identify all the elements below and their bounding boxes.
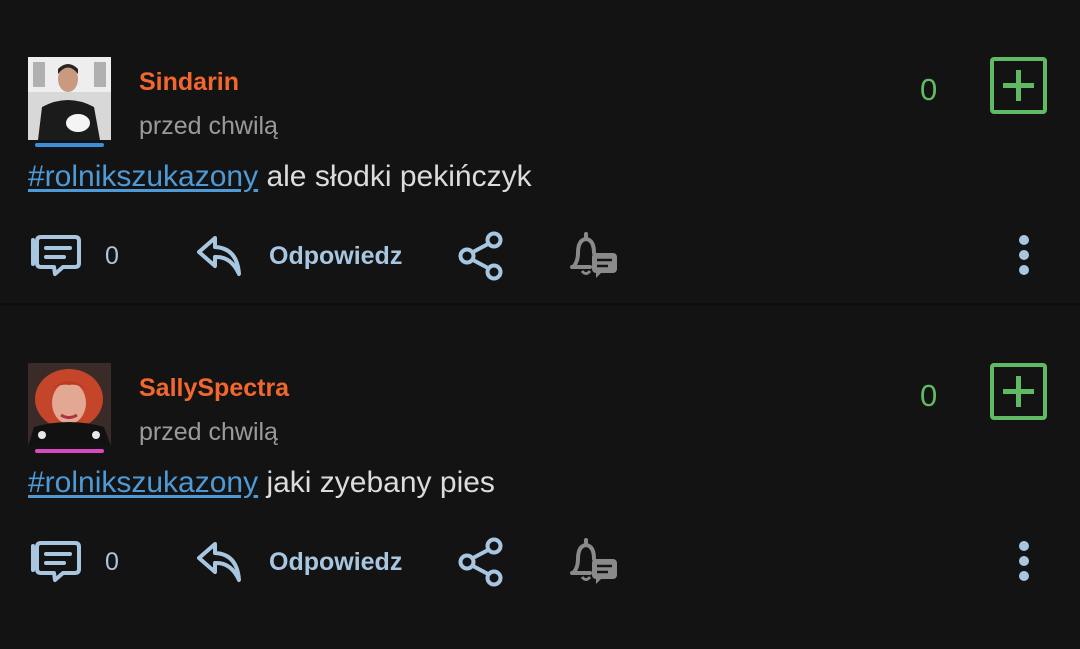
more-icon[interactable] xyxy=(1014,234,1034,278)
author-flair-underline xyxy=(35,449,104,453)
author-flair-underline xyxy=(35,143,104,147)
post: Sindarin przed chwilą 0 #rolnikszukazony… xyxy=(0,0,1080,306)
comments-icon[interactable] xyxy=(29,232,83,278)
post-content: #rolnikszukazony jaki zyebany pies xyxy=(28,466,495,500)
hashtag-link[interactable]: #rolnikszukazony xyxy=(28,466,258,499)
post-text: ale słodki pekińczyk xyxy=(258,160,532,193)
author-name[interactable]: Sindarin xyxy=(139,68,239,97)
reply-button[interactable]: Odpowiedz xyxy=(269,242,402,271)
upvote-plus-icon[interactable] xyxy=(990,363,1047,420)
notify-icon[interactable] xyxy=(568,231,620,279)
comments-icon[interactable] xyxy=(29,538,83,584)
post: SallySpectra przed chwilą 0 #rolnikszuka… xyxy=(0,306,1080,612)
notify-icon[interactable] xyxy=(568,537,620,585)
vote-score: 0 xyxy=(920,72,938,107)
avatar[interactable] xyxy=(28,57,111,140)
post-time: przed chwilą xyxy=(139,112,278,140)
upvote-plus-icon[interactable] xyxy=(990,57,1047,114)
avatar[interactable] xyxy=(28,363,111,446)
reply-icon[interactable] xyxy=(195,538,245,586)
hashtag-link[interactable]: #rolnikszukazony xyxy=(28,160,258,193)
post-time: przed chwilą xyxy=(139,418,278,446)
post-text: jaki zyebany pies xyxy=(258,466,495,499)
vote-score: 0 xyxy=(920,378,938,413)
comment-count: 0 xyxy=(105,548,119,576)
author-name[interactable]: SallySpectra xyxy=(139,374,289,403)
comment-count: 0 xyxy=(105,242,119,270)
share-icon[interactable] xyxy=(457,230,505,282)
post-content: #rolnikszukazony ale słodki pekińczyk xyxy=(28,160,532,194)
reply-icon[interactable] xyxy=(195,232,245,280)
more-icon[interactable] xyxy=(1014,540,1034,584)
share-icon[interactable] xyxy=(457,536,505,588)
reply-button[interactable]: Odpowiedz xyxy=(269,548,402,577)
